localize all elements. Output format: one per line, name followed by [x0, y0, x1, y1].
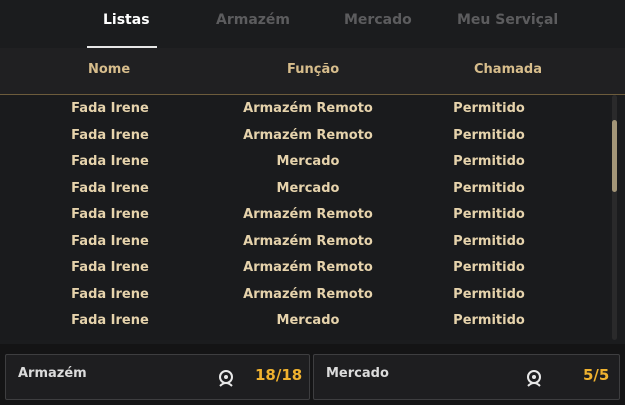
warehouse-summary-panel: Armazém 18/18 [5, 354, 310, 400]
market-summary-panel: Mercado 5/5 [313, 354, 620, 400]
tab-my-servant[interactable]: Meu Serviçal [457, 12, 558, 28]
table-row[interactable]: Fada Irene Armazém Remoto Permitido [0, 281, 610, 308]
row-call: Permitido [453, 154, 525, 169]
fairy-icon [527, 370, 541, 387]
row-call: Permitido [453, 127, 525, 143]
table-row[interactable]: Fada Irene Armazém Remoto Permitido [0, 95, 610, 122]
tab-warehouse[interactable]: Armazém [216, 12, 290, 28]
tab-bar: Listas Armazém Mercado Meu Serviçal [0, 0, 625, 49]
row-call: Permitido [453, 180, 525, 196]
row-function: Armazém Remoto [243, 207, 373, 222]
row-call: Permitido [453, 313, 525, 328]
servant-list: Fada Irene Armazém Remoto Permitido Fada Ir… [0, 95, 610, 340]
row-name: Fada Irene [71, 286, 149, 302]
row-function: Armazém Remoto [243, 233, 373, 249]
row-name: Fada Irene [71, 180, 149, 196]
table-row[interactable]: Fada Irene Armazém Remoto Permitido [0, 254, 610, 281]
row-call: Permitido [453, 286, 525, 302]
row-function: Mercado [276, 313, 340, 328]
row-call: Permitido [453, 260, 525, 275]
row-call: Permitido [453, 233, 525, 249]
row-name: Fada Irene [71, 207, 149, 222]
row-name: Fada Irene [71, 313, 149, 328]
column-header-name: Nome [88, 62, 131, 77]
table-header: Nome Função Chamada [0, 48, 625, 95]
row-function: Armazém Remoto [243, 286, 373, 302]
row-function: Armazém Remoto [243, 101, 373, 116]
warehouse-count: 18/18 [255, 366, 303, 384]
table-row[interactable]: Fada Irene Mercado Permitido [0, 148, 610, 175]
table-row[interactable]: Fada Irene Armazém Remoto Permitido [0, 228, 610, 255]
warehouse-summary-label: Armazém [18, 366, 87, 381]
row-call: Permitido [453, 101, 525, 116]
row-function: Armazém Remoto [243, 260, 373, 275]
row-name: Fada Irene [71, 127, 149, 143]
row-function: Mercado [276, 180, 340, 196]
fairy-icon [219, 370, 233, 387]
tab-market[interactable]: Mercado [344, 12, 412, 28]
tab-lists[interactable]: Listas [103, 12, 150, 28]
market-summary-label: Mercado [326, 366, 389, 381]
table-row[interactable]: Fada Irene Armazém Remoto Permitido [0, 122, 610, 149]
table-row[interactable]: Fada Irene Armazém Remoto Permitido [0, 201, 610, 228]
row-function: Armazém Remoto [243, 127, 373, 143]
row-function: Mercado [276, 154, 340, 169]
column-header-function: Função [287, 62, 340, 77]
row-name: Fada Irene [71, 101, 149, 116]
table-row[interactable]: Fada Irene Mercado Permitido [0, 175, 610, 202]
row-name: Fada Irene [71, 233, 149, 249]
row-name: Fada Irene [71, 154, 149, 169]
column-header-call: Chamada [474, 62, 542, 77]
scrollbar-thumb[interactable] [612, 120, 617, 192]
market-count: 5/5 [583, 366, 610, 384]
row-name: Fada Irene [71, 260, 149, 275]
table-row[interactable]: Fada Irene Mercado Permitido [0, 307, 610, 334]
row-call: Permitido [453, 207, 525, 222]
